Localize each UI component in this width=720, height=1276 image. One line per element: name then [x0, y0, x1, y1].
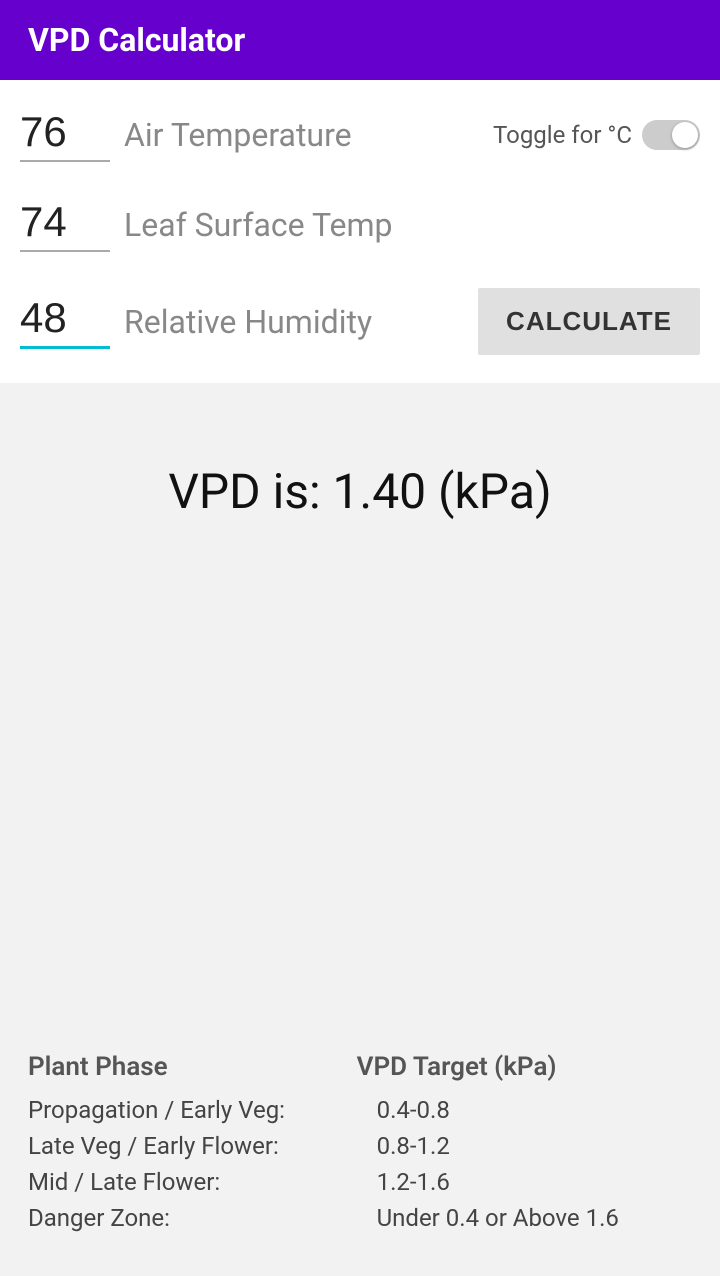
reference-row: Late Veg / Early Flower:0.8-1.2 — [28, 1128, 692, 1164]
target-cell: 0.4-0.8 — [357, 1092, 692, 1128]
target-cell: 0.8-1.2 — [357, 1128, 692, 1164]
phase-cell: Propagation / Early Veg: — [28, 1092, 357, 1128]
phase-cell: Late Veg / Early Flower: — [28, 1128, 357, 1164]
phase-cell: Danger Zone: — [28, 1200, 357, 1236]
leaf-temp-label: Leaf Surface Temp — [124, 206, 700, 244]
phase-cell: Mid / Late Flower: — [28, 1164, 357, 1200]
humidity-row: Relative Humidity CALCULATE — [20, 270, 700, 373]
humidity-label: Relative Humidity — [124, 303, 478, 341]
app-title: VPD Calculator — [28, 21, 245, 59]
toggle-label: Toggle for °C — [493, 121, 632, 149]
target-cell: 1.2-1.6 — [357, 1164, 692, 1200]
reference-row: Mid / Late Flower:1.2-1.6 — [28, 1164, 692, 1200]
toggle-knob — [672, 122, 698, 148]
celsius-toggle-section: Toggle for °C — [493, 120, 700, 150]
header: VPD Calculator — [0, 0, 720, 80]
air-temp-input[interactable] — [20, 108, 110, 162]
reference-row: Danger Zone:Under 0.4 or Above 1.6 — [28, 1200, 692, 1236]
target-cell: Under 0.4 or Above 1.6 — [357, 1200, 692, 1236]
result-section: VPD is: 1.40 (kPa) — [0, 383, 720, 580]
leaf-temp-row: Leaf Surface Temp — [20, 180, 700, 270]
calculate-button[interactable]: CALCULATE — [478, 288, 700, 355]
reference-section: Plant Phase VPD Target (kPa) Propagation… — [0, 1022, 720, 1276]
inputs-section: Air Temperature Toggle for °C Leaf Surfa… — [0, 80, 720, 383]
air-temp-label: Air Temperature — [124, 116, 493, 154]
result-text: VPD is: 1.40 (kPa) — [168, 463, 551, 520]
leaf-temp-input[interactable] — [20, 198, 110, 252]
reference-row: Propagation / Early Veg:0.4-0.8 — [28, 1092, 692, 1128]
reference-table: Plant Phase VPD Target (kPa) Propagation… — [28, 1052, 692, 1236]
col1-header: Plant Phase — [28, 1052, 357, 1092]
col2-header: VPD Target (kPa) — [357, 1052, 692, 1092]
celsius-toggle[interactable] — [642, 120, 700, 150]
air-temp-row: Air Temperature Toggle for °C — [20, 90, 700, 180]
humidity-input[interactable] — [20, 294, 110, 349]
